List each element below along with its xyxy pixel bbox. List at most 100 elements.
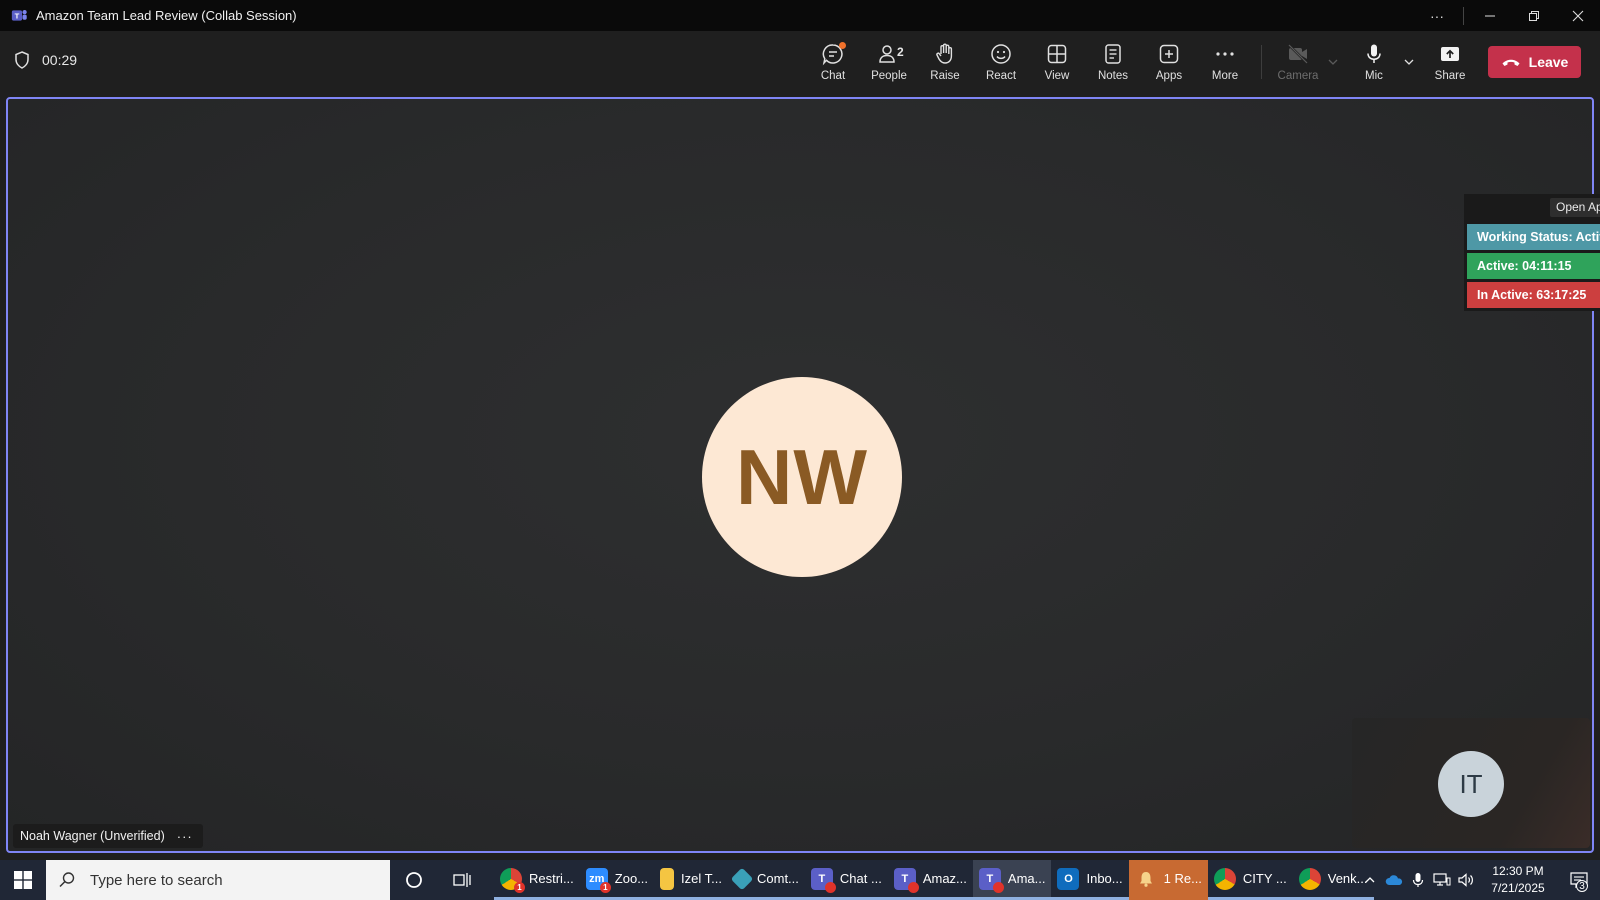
camera-button[interactable]: Camera bbox=[1270, 42, 1326, 86]
notes-button[interactable]: Notes bbox=[1085, 42, 1141, 86]
microphone-tray-icon[interactable] bbox=[1406, 860, 1430, 900]
react-button[interactable]: React bbox=[973, 42, 1029, 86]
chevron-up-icon[interactable] bbox=[1358, 860, 1382, 900]
more-label: More bbox=[1211, 70, 1239, 82]
self-avatar: IT bbox=[1438, 751, 1504, 817]
start-button[interactable] bbox=[0, 860, 46, 900]
chrome-icon bbox=[1298, 867, 1321, 890]
taskbar-item-comt[interactable]: Comt... bbox=[728, 860, 805, 900]
taskbar-item-chrome-city[interactable]: CITY ... bbox=[1207, 860, 1293, 900]
teams-icon: T bbox=[810, 867, 836, 893]
taskbar-item-label: Restri... bbox=[529, 871, 574, 886]
taskbar-item-label: Zoo... bbox=[614, 871, 649, 886]
chrome-icon: 1 bbox=[500, 867, 525, 893]
teams-icon: T bbox=[893, 867, 919, 893]
react-label: React bbox=[985, 70, 1017, 82]
mic-options-chevron-icon[interactable] bbox=[1402, 55, 1416, 69]
active-time-row: Active: 04:11:15 bbox=[1467, 253, 1600, 279]
share-screen-icon bbox=[1441, 47, 1459, 61]
more-options-icon[interactable]: ··· bbox=[1415, 0, 1459, 31]
add-apps-icon bbox=[1159, 44, 1179, 64]
participant-options-icon[interactable]: ··· bbox=[177, 829, 193, 844]
self-initials: IT bbox=[1459, 768, 1483, 799]
taskbar-item-outlook[interactable]: O Inbo... bbox=[1051, 860, 1129, 900]
speaker-volume-icon[interactable] bbox=[1454, 860, 1478, 900]
chat-button[interactable]: Chat bbox=[805, 42, 861, 86]
open-app-button[interactable]: Open App bbox=[1550, 198, 1600, 217]
more-dots-icon bbox=[1216, 52, 1234, 56]
svg-text:T: T bbox=[15, 11, 20, 20]
leave-button[interactable]: Leave bbox=[1488, 46, 1581, 78]
smiley-icon bbox=[991, 44, 1011, 64]
meeting-toolbar: 00:29 Chat 2 People Raise React View Not… bbox=[0, 31, 1600, 93]
taskbar-item-label: Chat ... bbox=[839, 871, 882, 886]
title-bar: T Amazon Team Lead Review (Collab Sessio… bbox=[0, 0, 1600, 31]
microphone-icon bbox=[1367, 44, 1381, 63]
task-view-button[interactable] bbox=[438, 860, 486, 900]
timer-text: 00:29 bbox=[42, 52, 78, 68]
notification-badge: 1 bbox=[599, 881, 611, 893]
working-status-row: Working Status: Active bbox=[1467, 224, 1600, 250]
people-button[interactable]: 2 People bbox=[861, 42, 917, 86]
taskbar-item-izel[interactable]: Izel T... bbox=[654, 860, 728, 900]
meeting-stage: NW Noah Wagner (Unverified) ··· IT bbox=[6, 97, 1594, 853]
minimize-button[interactable] bbox=[1468, 0, 1512, 31]
hang-up-icon bbox=[1502, 59, 1520, 66]
hand-icon bbox=[936, 43, 953, 64]
system-clock[interactable]: 12:30 PM 7/21/2025 bbox=[1478, 863, 1558, 897]
taskbar-item-chrome-restri[interactable]: 1 Restri... bbox=[494, 860, 580, 900]
notes-label: Notes bbox=[1097, 70, 1129, 82]
notes-icon bbox=[1105, 44, 1121, 64]
participant-name-tag: Noah Wagner (Unverified) ··· bbox=[13, 824, 203, 848]
self-view-tile[interactable]: IT bbox=[1352, 718, 1590, 848]
network-icon[interactable] bbox=[1430, 860, 1454, 900]
taskbar-item-label: Izel T... bbox=[681, 871, 722, 886]
taskbar-item-label: Comt... bbox=[757, 871, 799, 886]
raise-label: Raise bbox=[930, 70, 960, 82]
participant-initials: NW bbox=[736, 432, 868, 521]
view-label: View bbox=[1044, 70, 1070, 82]
share-button[interactable]: Share bbox=[1422, 42, 1478, 86]
mic-label: Mic bbox=[1365, 70, 1383, 82]
comtrack-icon bbox=[730, 867, 754, 890]
more-button[interactable]: More bbox=[1197, 42, 1253, 86]
mic-button[interactable]: Mic bbox=[1346, 42, 1402, 86]
folder-icon bbox=[660, 867, 675, 890]
taskbar-item-zoom[interactable]: zm 1 Zoo... bbox=[579, 860, 655, 900]
taskbar-item-reminder[interactable]: 1 Re... bbox=[1128, 860, 1208, 900]
taskbar-item-teams-ama-active[interactable]: T Ama... bbox=[972, 860, 1052, 900]
search-icon bbox=[59, 872, 75, 888]
view-button[interactable]: View bbox=[1029, 42, 1085, 86]
cortana-button[interactable] bbox=[390, 860, 438, 900]
taskbar-search-box[interactable]: Type here to search bbox=[46, 860, 390, 900]
taskbar-item-teams-chat[interactable]: T Chat ... bbox=[804, 860, 888, 900]
system-tray: 12:30 PM 7/21/2025 3 bbox=[1358, 860, 1600, 900]
raise-hand-button[interactable]: Raise bbox=[917, 42, 973, 86]
apps-label: Apps bbox=[1155, 70, 1183, 82]
clock-time: 12:30 PM bbox=[1492, 864, 1544, 878]
taskbar-item-label: Amaz... bbox=[922, 871, 967, 886]
grid-view-icon bbox=[1047, 44, 1067, 64]
onedrive-cloud-icon[interactable] bbox=[1382, 860, 1406, 900]
status-widget: Open App Working Status: Active Active: … bbox=[1464, 194, 1600, 311]
restore-button[interactable] bbox=[1512, 0, 1556, 31]
leave-label: Leave bbox=[1528, 54, 1569, 70]
taskbar-item-label: CITY ... bbox=[1242, 871, 1287, 886]
zoom-icon: zm 1 bbox=[585, 867, 611, 893]
windows-taskbar: Type here to search 1 Restri... zm 1 Zoo.… bbox=[0, 860, 1600, 900]
notification-badge: 1 bbox=[514, 881, 525, 893]
participant-name: Noah Wagner (Unverified) bbox=[20, 829, 165, 843]
apps-button[interactable]: Apps bbox=[1141, 42, 1197, 86]
close-button[interactable] bbox=[1556, 0, 1600, 31]
action-center-button[interactable]: 3 bbox=[1558, 860, 1600, 900]
inactive-time-row: In Active: 63:17:25 bbox=[1467, 282, 1600, 308]
windows-logo-icon bbox=[14, 871, 32, 889]
divider bbox=[1463, 6, 1464, 25]
people-label: People bbox=[871, 70, 907, 82]
meeting-timer: 00:29 bbox=[14, 51, 77, 69]
camera-off-icon bbox=[1288, 44, 1308, 64]
camera-options-chevron-icon[interactable] bbox=[1326, 55, 1340, 69]
toolbar-divider bbox=[1261, 45, 1262, 79]
taskbar-item-teams-amaz[interactable]: T Amaz... bbox=[887, 860, 973, 900]
camera-label: Camera bbox=[1277, 70, 1319, 82]
